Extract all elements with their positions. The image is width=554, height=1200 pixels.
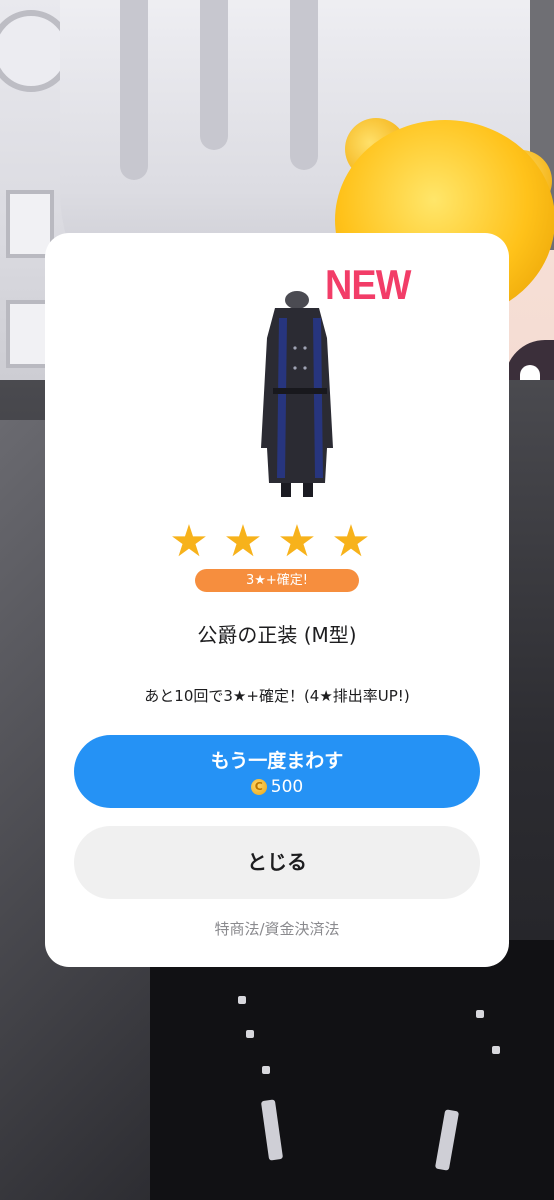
coin-icon: C	[250, 779, 267, 795]
spin-again-label: もう一度まわす	[210, 750, 344, 772]
new-badge: NEW	[325, 261, 411, 308]
chain-dot	[238, 996, 246, 1004]
item-name: 公爵の正装 (M型)	[197, 623, 357, 647]
star-icon: ★	[331, 516, 385, 567]
star-icon: ★	[223, 516, 277, 567]
guarantee-badge: 3★+確定!	[195, 569, 359, 592]
hair-strand	[290, 0, 318, 170]
cost-value: 500	[270, 777, 304, 797]
chain-dot	[262, 1066, 270, 1074]
legal-notice-link[interactable]: 特商法/資金決済法	[45, 918, 509, 939]
coat-front	[150, 940, 554, 1200]
pity-counter-text: あと10回で3★+確定！(4★排出率UP!)	[144, 687, 410, 705]
chain-dot	[246, 1030, 254, 1038]
star-icon: ★	[277, 516, 331, 567]
spin-cost: C 500	[250, 777, 304, 797]
gacha-result-dialog: NEW ★★★★ 3★+確定! 公爵の正装 (M型) あと10回で3★+確定！(…	[45, 233, 509, 967]
star-icon: ★	[169, 516, 223, 567]
close-button[interactable]: とじる	[74, 826, 480, 899]
spin-again-button[interactable]: もう一度まわす C 500	[74, 735, 480, 808]
hair-strand	[200, 0, 228, 150]
chain-dot	[492, 1046, 500, 1054]
chain-dot	[476, 1010, 484, 1018]
hair-strand	[120, 0, 148, 180]
rarity-stars: ★★★★	[45, 516, 509, 567]
